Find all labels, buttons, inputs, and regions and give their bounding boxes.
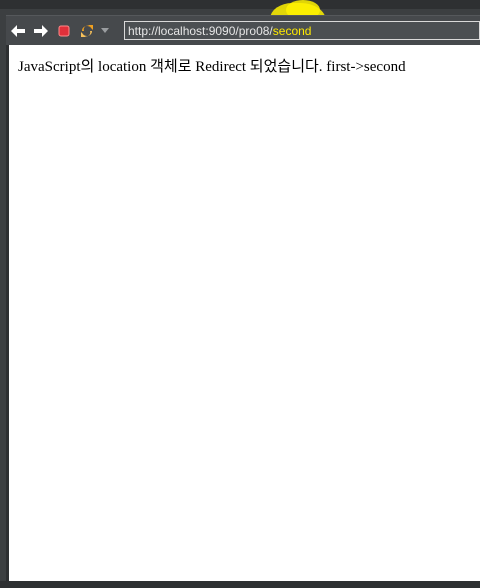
refresh-icon <box>81 24 93 37</box>
page-content: JavaScript의 location 객체로 Redirect 되었습니다.… <box>6 45 480 581</box>
back-button[interactable] <box>7 20 29 42</box>
stop-button[interactable] <box>53 20 75 42</box>
browser-toolbar: http://localhost:9090/pro08/second <box>6 15 480 45</box>
forward-button[interactable] <box>30 20 52 42</box>
browser-window: http://localhost:9090/pro08/second JavaS… <box>0 0 480 588</box>
redirect-message: JavaScript의 location 객체로 Redirect 되었습니다.… <box>18 59 406 75</box>
arrow-left-icon <box>11 24 25 37</box>
stop-icon <box>58 25 70 36</box>
chevron-down-icon <box>101 27 109 33</box>
arrow-right-icon <box>34 24 48 37</box>
url-input[interactable]: http://localhost:9090/pro08/second <box>124 21 480 40</box>
url-prefix: http://localhost:9090/pro08/ <box>128 23 273 38</box>
history-dropdown-button[interactable] <box>99 20 111 42</box>
status-strip <box>0 581 480 588</box>
url-path: second <box>272 23 312 38</box>
refresh-button[interactable] <box>76 20 98 42</box>
title-strip <box>0 0 480 9</box>
